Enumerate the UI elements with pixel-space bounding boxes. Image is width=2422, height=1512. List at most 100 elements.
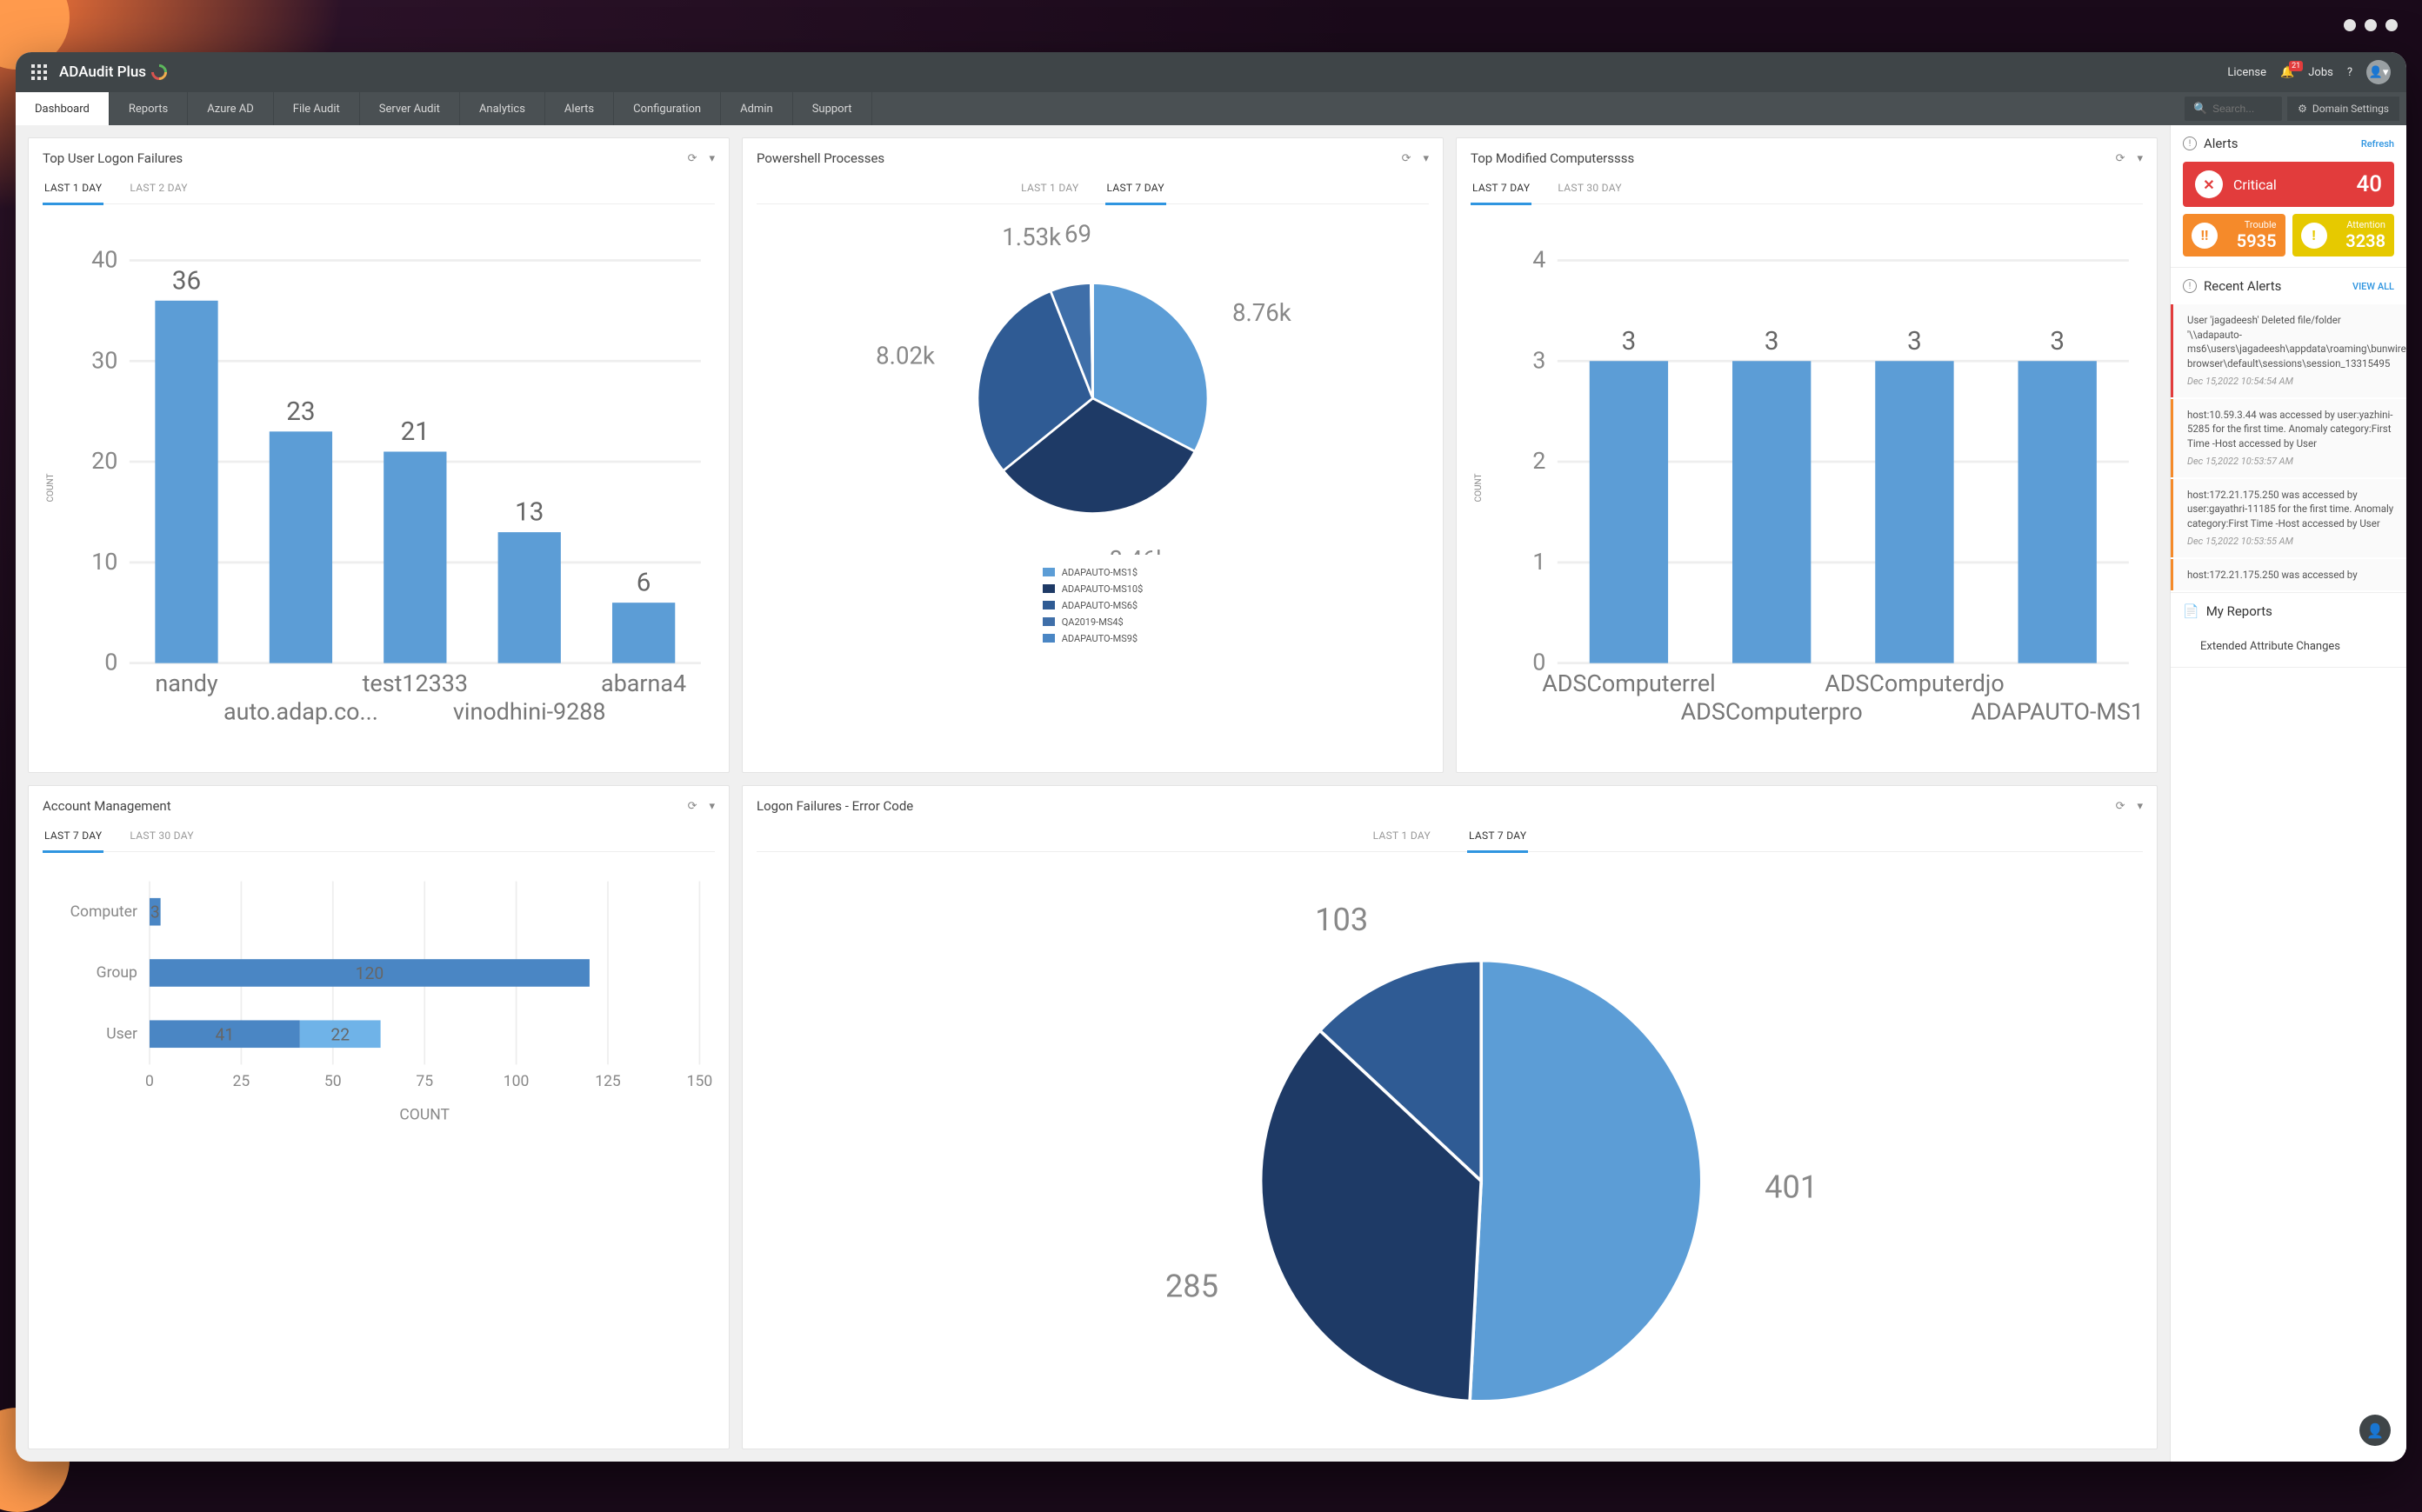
domain-settings-button[interactable]: ⚙ Domain Settings xyxy=(2287,97,2399,121)
card-title: Logon Failures - Error Code xyxy=(757,798,913,814)
svg-text:3: 3 xyxy=(2050,327,2065,356)
svg-text:20: 20 xyxy=(91,447,117,475)
notifications-icon[interactable]: 🔔21 xyxy=(2280,66,2294,79)
alerts-refresh-link[interactable]: Refresh xyxy=(2361,138,2394,150)
alert-icon: ! xyxy=(2183,137,2197,150)
recent-alert-item[interactable]: User 'jagadeesh' Deleted file/folder '\\… xyxy=(2171,304,2406,397)
svg-text:COUNT: COUNT xyxy=(399,1107,450,1124)
alert-trouble[interactable]: !! Trouble 5935 xyxy=(2183,214,2285,256)
nav-admin[interactable]: Admin xyxy=(721,92,793,125)
alert-critical[interactable]: ✕ Critical 40 xyxy=(2183,162,2394,207)
menu-icon[interactable]: ▾ xyxy=(2137,152,2143,165)
tab-last-1-day[interactable]: LAST 1 DAY xyxy=(1019,177,1080,203)
svg-text:103: 103 xyxy=(1315,901,1368,938)
tab-last-30-day[interactable]: LAST 30 DAY xyxy=(128,824,195,851)
svg-text:auto.adap.co...: auto.adap.co... xyxy=(224,697,378,725)
svg-text:nandy: nandy xyxy=(155,669,218,697)
brand: ADAudit Plus xyxy=(59,63,167,81)
svg-text:50: 50 xyxy=(324,1073,342,1090)
nav-file-audit[interactable]: File Audit xyxy=(274,92,360,125)
report-icon: 📄 xyxy=(2183,603,2199,619)
nav-server-audit[interactable]: Server Audit xyxy=(360,92,460,125)
svg-text:3: 3 xyxy=(1907,327,1922,356)
navbar: DashboardReportsAzure ADFile AuditServer… xyxy=(16,92,2406,125)
refresh-icon[interactable]: ⟳ xyxy=(2116,152,2125,165)
refresh-icon[interactable]: ⟳ xyxy=(1402,152,1411,165)
tab-last-7-day[interactable]: LAST 7 DAY xyxy=(43,824,103,853)
search-box[interactable]: 🔍 xyxy=(2185,97,2282,121)
svg-text:ADSComputerdjo: ADSComputerdjo xyxy=(1825,669,2004,697)
brand-logo-icon xyxy=(148,61,170,83)
svg-text:3: 3 xyxy=(1622,327,1637,356)
svg-text:Group: Group xyxy=(97,965,137,982)
apps-grid-icon[interactable] xyxy=(31,64,47,80)
svg-text:4: 4 xyxy=(1532,246,1545,274)
card-title: Top Modified Computerssss xyxy=(1471,150,1634,166)
tab-last-1-day[interactable]: LAST 1 DAY xyxy=(1371,824,1432,851)
legend-item: QA2019-MS4$ xyxy=(1043,616,1124,628)
recent-alert-item[interactable]: host:172.21.175.250 was accessed by user… xyxy=(2171,479,2406,557)
tab-last-7-day[interactable]: LAST 7 DAY xyxy=(1467,824,1528,853)
alert-icon: ! xyxy=(2183,279,2197,293)
nav-support[interactable]: Support xyxy=(793,92,872,125)
svg-text:ADSComputerpro: ADSComputerpro xyxy=(1681,697,1863,725)
svg-text:Computer: Computer xyxy=(70,903,137,921)
menu-icon[interactable]: ▾ xyxy=(709,152,715,165)
card-powershell: Powershell Processes ⟳ ▾ LAST 1 DAY LAST… xyxy=(742,137,1444,773)
chart-logon-failures: 01020304036nandy23auto.adap.co...21test1… xyxy=(59,218,715,756)
license-link[interactable]: License xyxy=(2227,66,2266,79)
legend-item: ADAPAUTO-MS9$ xyxy=(1043,633,1138,644)
svg-text:30: 30 xyxy=(91,346,117,374)
brand-name: ADAudit Plus xyxy=(59,63,146,81)
menu-icon[interactable]: ▾ xyxy=(1423,152,1429,165)
gear-icon: ⚙ xyxy=(2298,103,2307,115)
card-title: Account Management xyxy=(43,798,171,814)
nav-azure-ad[interactable]: Azure AD xyxy=(188,92,274,125)
svg-text:25: 25 xyxy=(233,1073,250,1090)
svg-text:6: 6 xyxy=(637,569,651,598)
recent-alert-item[interactable]: host:10.59.3.44 was accessed by user:yaz… xyxy=(2171,399,2406,477)
menu-icon[interactable]: ▾ xyxy=(709,800,715,813)
menu-icon[interactable]: ▾ xyxy=(2137,800,2143,813)
jobs-link[interactable]: Jobs xyxy=(2308,66,2333,79)
refresh-icon[interactable]: ⟳ xyxy=(2116,800,2125,813)
refresh-icon[interactable]: ⟳ xyxy=(688,800,697,813)
tab-last-2-day[interactable]: LAST 2 DAY xyxy=(128,177,189,203)
close-icon: ✕ xyxy=(2195,170,2223,198)
svg-text:120: 120 xyxy=(356,963,384,983)
chart-computers: 012343ADSComputerrel3ADSComputerpro3ADSC… xyxy=(1487,218,2143,756)
refresh-icon[interactable]: ⟳ xyxy=(688,152,697,165)
svg-text:1: 1 xyxy=(1532,548,1545,576)
svg-text:8.46k: 8.46k xyxy=(1109,545,1168,554)
notif-badge: 21 xyxy=(2289,61,2303,71)
alert-attention[interactable]: ! Attention 3238 xyxy=(2292,214,2395,256)
tab-last-1-day[interactable]: LAST 1 DAY xyxy=(43,177,103,205)
y-axis-label: COUNT xyxy=(1471,218,1487,756)
help-icon[interactable]: ? xyxy=(2347,66,2352,79)
svg-text:40: 40 xyxy=(91,246,117,274)
nav-configuration[interactable]: Configuration xyxy=(614,92,721,125)
tab-last-30-day[interactable]: LAST 30 DAY xyxy=(1556,177,1623,203)
svg-text:285: 285 xyxy=(1165,1268,1218,1305)
card-logon-error: Logon Failures - Error Code ⟳ ▾ LAST 1 D… xyxy=(742,785,2158,1449)
tab-last-7-day[interactable]: LAST 7 DAY xyxy=(1105,177,1166,205)
nav-dashboard[interactable]: Dashboard xyxy=(16,92,110,125)
svg-text:41: 41 xyxy=(216,1025,235,1045)
card-title: Top User Logon Failures xyxy=(43,150,183,166)
card-logon-failures: Top User Logon Failures ⟳ ▾ LAST 1 DAY L… xyxy=(28,137,730,773)
nav-analytics[interactable]: Analytics xyxy=(460,92,545,125)
recent-alerts-heading: ! Recent Alerts xyxy=(2183,278,2281,294)
tab-last-7-day[interactable]: LAST 7 DAY xyxy=(1471,177,1531,205)
nav-alerts[interactable]: Alerts xyxy=(545,92,614,125)
svg-text:8.76k: 8.76k xyxy=(1232,298,1291,327)
nav-reports[interactable]: Reports xyxy=(110,92,188,125)
recent-alert-item[interactable]: host:172.21.175.250 was accessed by xyxy=(2171,559,2406,591)
user-avatar-icon[interactable]: 👤▾ xyxy=(2366,60,2391,84)
svg-text:ADSComputerrel: ADSComputerrel xyxy=(1542,669,1715,697)
chart-account-mgmt: 0255075100125150COUNTComputer3Group120Us… xyxy=(43,866,715,1126)
my-report-item[interactable]: Extended Attribute Changes xyxy=(2171,629,2406,667)
chart-powershell: 8.76k8.46k8.02k1.53k69 xyxy=(757,218,1429,555)
search-icon: 🔍 xyxy=(2193,103,2207,116)
search-input[interactable] xyxy=(2212,103,2273,115)
view-all-link[interactable]: VIEW ALL xyxy=(2352,281,2394,292)
